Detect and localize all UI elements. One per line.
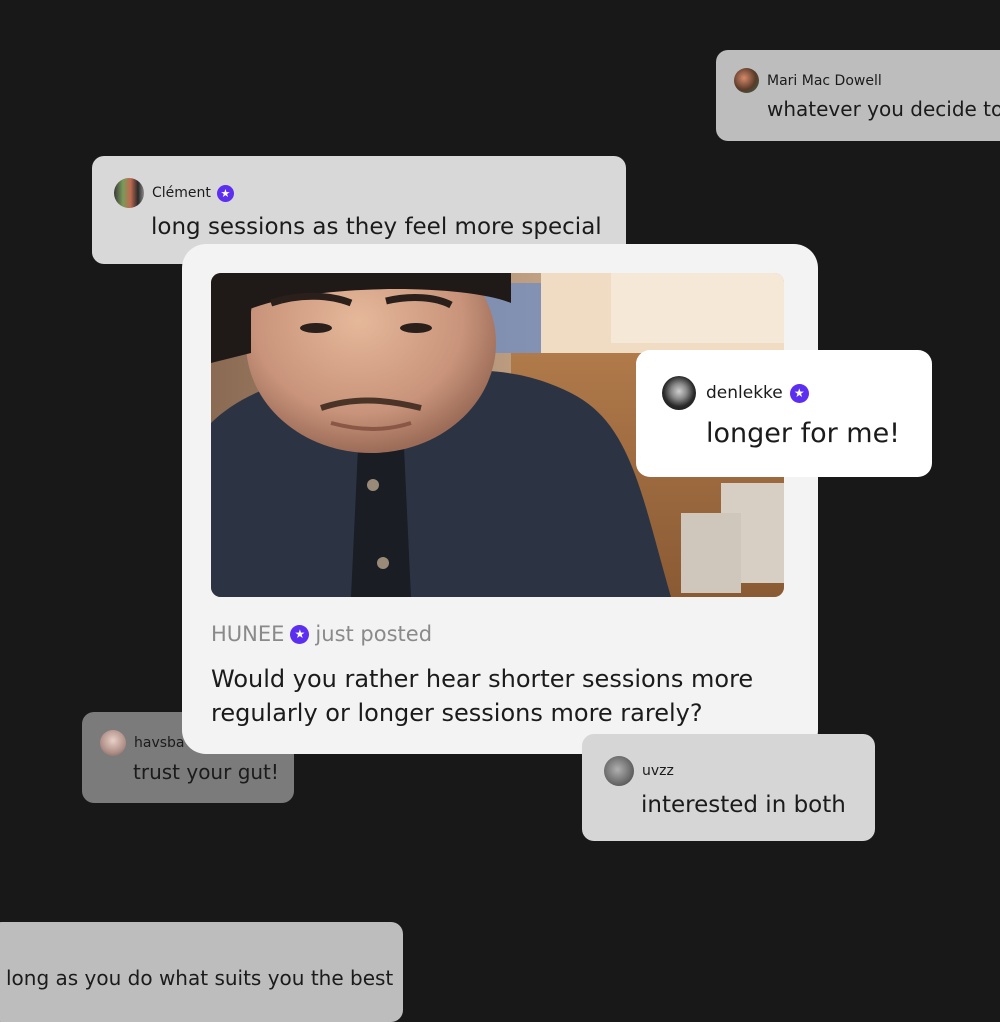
comment-text: longer for me! (706, 418, 901, 449)
comment-text: long as you do what suits you the best (6, 966, 394, 990)
comment-bubble-mari[interactable]: Mari Mac Dowell whatever you decide to (716, 50, 1000, 141)
comment-text: interested in both (641, 792, 846, 818)
username[interactable]: Mari Mac Dowell (767, 73, 882, 89)
post-status: just posted (315, 622, 433, 646)
comment-collage: { "comments": { "mari": { "username": "M… (0, 0, 1000, 1022)
avatar[interactable] (662, 376, 696, 410)
verified-star-badge-icon: ★ (789, 383, 809, 403)
comment-text: whatever you decide to (767, 97, 1000, 121)
avatar[interactable] (734, 68, 759, 93)
avatar[interactable] (114, 178, 144, 208)
comment-text: long sessions as they feel more special (151, 214, 602, 240)
username[interactable]: havsba (134, 735, 185, 751)
comment-header: uvzz (604, 756, 875, 786)
avatar[interactable] (604, 756, 634, 786)
comment-bubble-denlekke[interactable]: denlekke ★ longer for me! (636, 350, 932, 477)
comment-header: denlekke ★ (662, 376, 932, 410)
post-text: Would you rather hear shorter sessions m… (211, 665, 754, 727)
comment-header: Clément ★ (114, 178, 626, 208)
comment-header: Mari Mac Dowell (734, 68, 1000, 93)
post-card[interactable]: HUNEE ★ just posted Would you rather hea… (182, 244, 818, 754)
username[interactable]: denlekke (706, 383, 783, 403)
username[interactable]: uvzz (642, 763, 674, 779)
verified-star-badge-icon: ★ (216, 184, 234, 202)
comment-bubble-bottom[interactable]: long as you do what suits you the best (0, 922, 403, 1022)
comment-bubble-uvzz[interactable]: uvzz interested in both (582, 734, 875, 841)
verified-star-badge-icon: ★ (290, 624, 310, 644)
avatar[interactable] (100, 730, 126, 756)
post-author[interactable]: HUNEE (211, 622, 284, 646)
comment-text: trust your gut! (133, 760, 279, 784)
username[interactable]: Clément (152, 185, 211, 201)
post-meta: HUNEE ★ just posted (211, 622, 432, 646)
